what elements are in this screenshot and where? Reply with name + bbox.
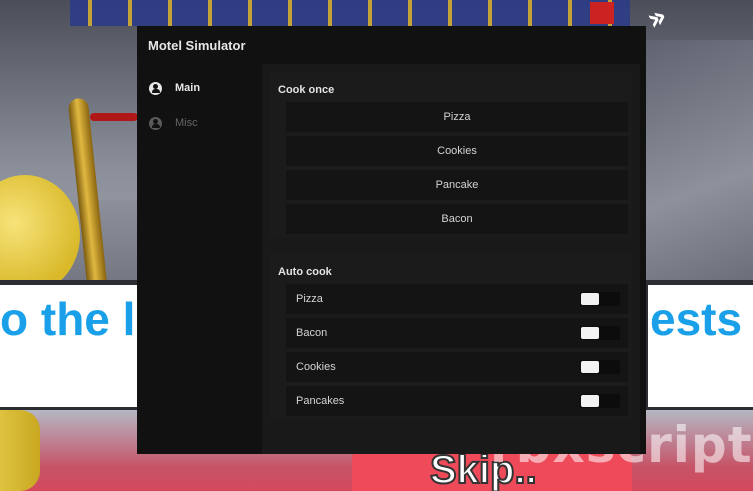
sidebar-item-main[interactable]: Main xyxy=(149,78,200,98)
cook-pancake-button[interactable]: Pancake xyxy=(286,170,628,200)
scene-wall-stripe xyxy=(70,0,630,26)
sidebar-item-label: Misc xyxy=(175,117,198,129)
scene-marker xyxy=(590,2,614,24)
user-circle-icon xyxy=(149,116,162,130)
scene-floor-right xyxy=(640,40,753,285)
cook-pizza-button[interactable]: Pizza xyxy=(286,102,628,132)
cook-once-section: Cook once Pizza Cookies Pancake Bacon xyxy=(270,72,632,238)
rope-barrier xyxy=(90,113,138,121)
script-window[interactable]: Motel Simulator Main Misc Cook once Pizz… xyxy=(137,26,646,454)
window-title: Motel Simulator xyxy=(148,38,246,53)
main-content: Cook once Pizza Cookies Pancake Bacon Au… xyxy=(262,64,640,454)
toggle-switch[interactable] xyxy=(580,360,620,374)
player-character-2 xyxy=(0,410,40,491)
toggle-switch[interactable] xyxy=(580,394,620,408)
auto-cook-pancakes-toggle[interactable]: Pancakes xyxy=(286,386,628,416)
cook-cookies-button[interactable]: Cookies xyxy=(286,136,628,166)
auto-cook-cookies-toggle[interactable]: Cookies xyxy=(286,352,628,382)
toggle-label: Cookies xyxy=(296,361,336,373)
section-title: Auto cook xyxy=(278,266,332,278)
toggle-knob xyxy=(581,361,599,373)
sidebar-item-label: Main xyxy=(175,82,201,94)
toggle-switch[interactable] xyxy=(580,326,620,340)
toggle-knob xyxy=(581,293,599,305)
toggle-label: Pancakes xyxy=(296,395,345,407)
sidebar-item-misc[interactable]: Misc xyxy=(149,113,198,133)
auto-cook-bacon-toggle[interactable]: Bacon xyxy=(286,318,628,348)
auto-cook-pizza-toggle[interactable]: Pizza xyxy=(286,284,628,314)
section-title: Cook once xyxy=(278,84,335,96)
toggle-knob xyxy=(581,327,599,339)
auto-cook-section: Auto cook Pizza Bacon Cookies Pancakes xyxy=(270,254,632,420)
banner-text-right: ests xyxy=(650,293,743,345)
cook-bacon-button[interactable]: Bacon xyxy=(286,204,628,234)
toggle-knob xyxy=(581,395,599,407)
user-circle-icon xyxy=(149,81,162,95)
sidebar: Main Misc xyxy=(137,64,262,454)
banner-text-left: o the l xyxy=(0,293,136,345)
toggle-switch[interactable] xyxy=(580,292,620,306)
toggle-label: Bacon xyxy=(296,327,328,339)
toggle-label: Pizza xyxy=(296,293,323,305)
